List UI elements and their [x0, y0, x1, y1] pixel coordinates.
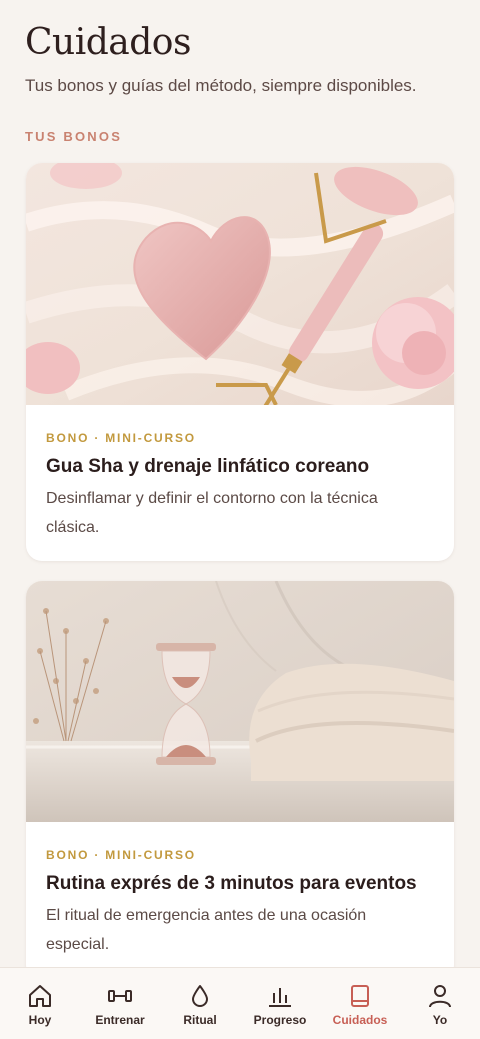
hourglass-image	[26, 581, 454, 822]
tab-progreso[interactable]: Progreso	[240, 968, 320, 1039]
tab-cuidados[interactable]: Cuidados	[320, 968, 400, 1039]
section-label: TUS BONOS	[25, 129, 123, 144]
gua-sha-image	[26, 163, 454, 405]
bonus-card-gua-sha[interactable]: BONO · MINI-CURSO Gua Sha y drenaje linf…	[26, 163, 454, 561]
card-tag: BONO · MINI-CURSO	[46, 848, 196, 862]
card-title: Rutina exprés de 3 minutos para eventos	[46, 873, 417, 894]
tab-label: Yo	[432, 1013, 448, 1027]
page-title: Cuidados	[25, 22, 191, 63]
bottom-tab-bar: Hoy Entrenar Ritual Progreso Cuidados Yo	[0, 967, 480, 1039]
tab-ritual[interactable]: Ritual	[160, 968, 240, 1039]
tab-label: Cuidados	[332, 1013, 388, 1027]
tab-label: Ritual	[183, 1013, 217, 1027]
bar-chart-icon	[269, 988, 291, 1007]
card-description: El ritual de emergencia antes de una oca…	[46, 907, 367, 953]
tab-label: Entrenar	[95, 1013, 145, 1027]
bonus-card-rutina-expres[interactable]: BONO · MINI-CURSO Rutina exprés de 3 min…	[26, 581, 454, 981]
tab-label: Hoy	[28, 1013, 52, 1027]
tab-hoy[interactable]: Hoy	[0, 968, 80, 1039]
tab-entrenar[interactable]: Entrenar	[80, 968, 160, 1039]
page-subtitle: Tus bonos y guías del método, siempre di…	[25, 76, 417, 95]
card-title: Gua Sha y drenaje linfático coreano	[46, 456, 370, 477]
dumbbell-icon	[108, 990, 132, 1002]
card-tag: BONO · MINI-CURSO	[46, 431, 196, 445]
card-description: Desinflamar y definir el contorno con la…	[46, 490, 378, 536]
drop-icon	[192, 985, 208, 1007]
home-icon	[29, 985, 51, 1007]
book-icon	[351, 985, 369, 1007]
tab-yo[interactable]: Yo	[400, 968, 480, 1039]
user-icon	[429, 985, 451, 1008]
tab-label: Progreso	[253, 1013, 307, 1027]
